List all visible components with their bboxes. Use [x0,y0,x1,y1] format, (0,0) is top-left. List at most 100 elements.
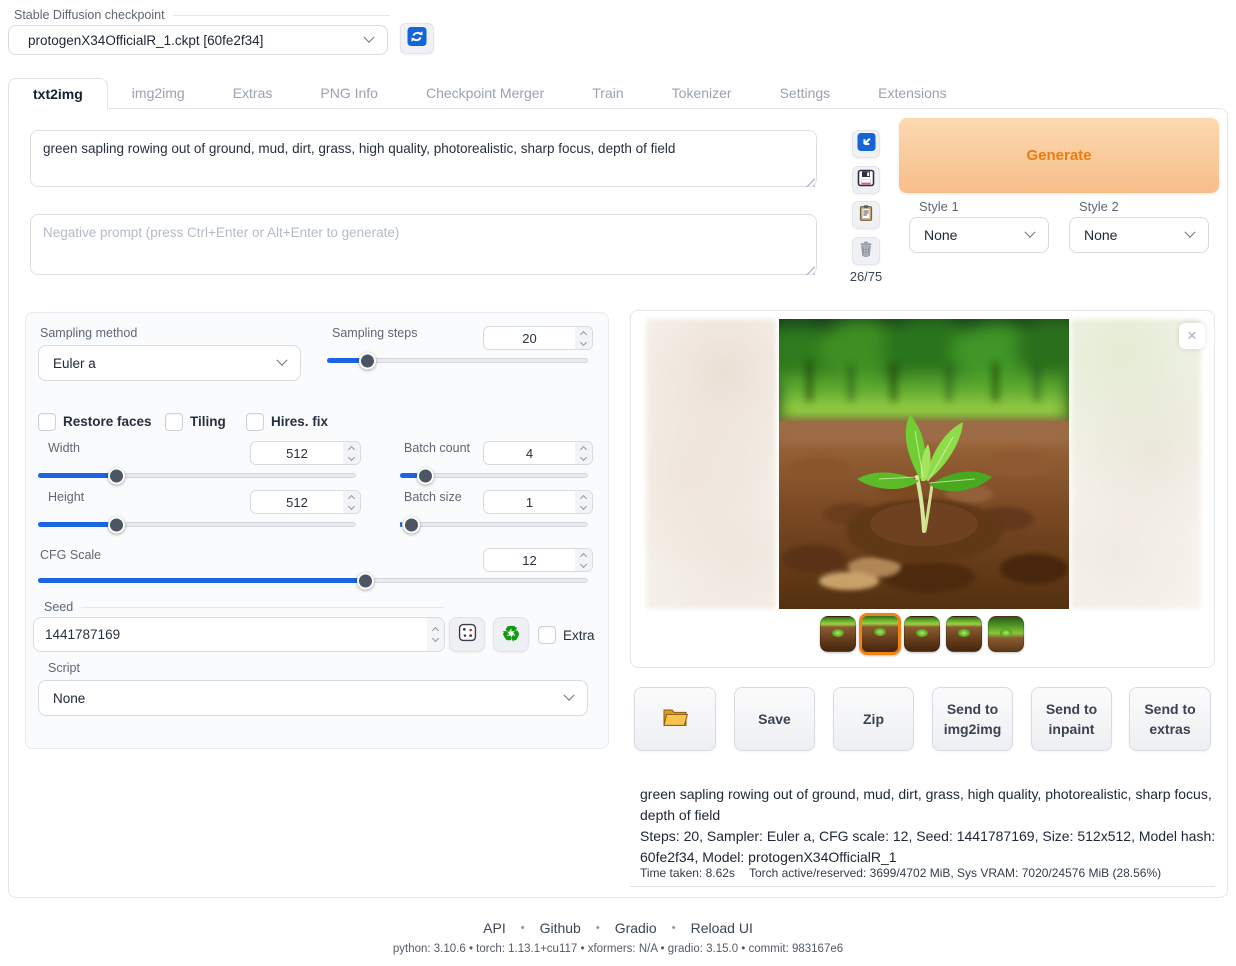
slider-knob[interactable] [403,516,420,533]
generate-button[interactable]: Generate [899,118,1219,193]
slider-knob[interactable] [108,516,125,533]
output-prompt-text: green sapling rowing out of ground, mud,… [640,784,1218,826]
tab-png-info[interactable]: PNG Info [296,78,402,108]
script-dropdown[interactable]: None [38,680,588,716]
spin-up-icon [580,445,587,452]
apply-style-button[interactable] [852,201,880,229]
checkpoint-value: protogenX34OfficialR_1.ckpt [60fe2f34] [23,33,263,48]
tab-settings[interactable]: Settings [756,78,855,108]
spinner[interactable] [575,327,592,349]
spinner[interactable] [575,549,592,571]
close-icon[interactable]: × [1179,323,1205,349]
sampling-steps-input[interactable]: 20 [483,326,593,350]
cfg-scale-label: CFG Scale [40,548,101,562]
batch-count-slider[interactable] [400,473,588,478]
clear-prompt-button[interactable] [852,237,880,265]
slider-knob[interactable] [357,572,374,589]
spin-up-icon [348,494,355,501]
spinner[interactable] [343,491,360,513]
gallery-panel: × [630,310,1215,668]
tab-txt2img[interactable]: txt2img [8,78,108,109]
spinner[interactable] [575,491,592,513]
vram-text: Torch active/reserved: 3699/4702 MiB, Sy… [749,866,1161,880]
random-seed-button[interactable] [449,617,485,652]
spinner[interactable] [427,618,444,651]
save-button[interactable]: Save [734,687,815,751]
height-slider[interactable] [38,522,356,527]
reuse-seed-button[interactable]: ♻ [493,617,529,652]
reload-ui-link[interactable]: Reload UI [691,920,753,936]
slider-knob[interactable] [108,467,125,484]
paste-params-button[interactable] [852,130,880,158]
tiling-checkbox[interactable] [165,413,183,431]
arrow-down-left-icon [857,133,876,156]
style1-dropdown[interactable]: None [909,217,1049,253]
spinner[interactable] [575,442,592,464]
send-to-img2img-button[interactable]: Send to img2img [932,687,1013,751]
chevron-down-icon [1024,227,1035,238]
gallery-thumbnail-4[interactable] [946,616,982,652]
generated-image[interactable] [779,319,1069,609]
chevron-down-icon [1184,227,1195,238]
slider-knob[interactable] [417,467,434,484]
recycle-icon: ♻ [502,624,521,645]
send-to-inpaint-button[interactable]: Send to inpaint [1031,687,1112,751]
spin-down-icon [580,560,587,567]
open-folder-button[interactable] [634,687,716,751]
sampling-steps-slider[interactable] [327,358,588,363]
width-slider[interactable] [38,473,356,478]
refresh-icon [407,27,427,51]
gallery-thumbnail-5[interactable] [988,616,1024,652]
gallery-thumbnail-3[interactable] [904,616,940,652]
hires-fix-checkbox[interactable] [246,413,264,431]
sampling-method-value: Euler a [53,356,96,371]
checkpoint-dropdown[interactable]: protogenX34OfficialR_1.ckpt [60fe2f34] [8,25,388,55]
batch-size-input[interactable]: 1 [483,490,593,514]
prompt-input[interactable]: green sapling rowing out of ground, mud,… [30,130,817,187]
gradio-link[interactable]: Gradio [615,920,657,936]
batch-count-input[interactable]: 4 [483,441,593,465]
batch-size-slider[interactable] [400,522,588,527]
spin-up-icon [580,552,587,559]
restore-faces-checkbox[interactable] [38,413,56,431]
sampling-method-dropdown[interactable]: Euler a [38,345,301,381]
spin-up-icon [432,627,439,634]
tab-img2img[interactable]: img2img [108,78,209,108]
legend-line [81,607,444,608]
slider-knob[interactable] [359,352,376,369]
tiling-label: Tiling [190,414,226,429]
cfg-scale-input[interactable]: 12 [483,548,593,572]
cfg-scale-slider[interactable] [38,578,588,583]
height-value: 512 [251,491,343,513]
api-link[interactable]: API [483,920,506,936]
negative-prompt-input[interactable] [30,214,817,275]
tab-extras[interactable]: Extras [209,78,297,108]
tab-train[interactable]: Train [568,78,647,108]
width-input[interactable]: 512 [250,441,361,465]
refresh-checkpoint-button[interactable] [400,23,434,54]
tab-checkpoint-merger[interactable]: Checkpoint Merger [402,78,568,108]
seed-value: 1441787169 [34,618,427,651]
style2-dropdown[interactable]: None [1069,217,1209,253]
github-link[interactable]: Github [540,920,581,936]
save-style-button[interactable] [852,166,880,194]
checkpoint-legend: Stable Diffusion checkpoint [14,8,390,22]
tab-extensions[interactable]: Extensions [854,78,970,108]
extra-seed-checkbox[interactable] [538,626,556,644]
dice-icon [458,623,477,647]
zip-button[interactable]: Zip [833,687,914,751]
send-to-extras-button[interactable]: Send to extras [1129,687,1211,751]
main-tabs: txt2img img2img Extras PNG Info Checkpoi… [8,78,971,108]
tab-tokenizer[interactable]: Tokenizer [648,78,756,108]
clipboard-icon [857,204,875,227]
bullet-separator: • [672,922,676,934]
gallery-thumbnail-2-selected[interactable] [859,613,901,655]
slider-fill [400,522,402,527]
stable-diffusion-webui: Stable Diffusion checkpoint protogenX34O… [0,0,1236,966]
sapling-image [779,319,1069,609]
seed-input[interactable]: 1441787169 [33,617,445,652]
gallery-thumbnail-1[interactable] [820,616,856,652]
height-input[interactable]: 512 [250,490,361,514]
spinner[interactable] [343,442,360,464]
spin-up-icon [348,445,355,452]
